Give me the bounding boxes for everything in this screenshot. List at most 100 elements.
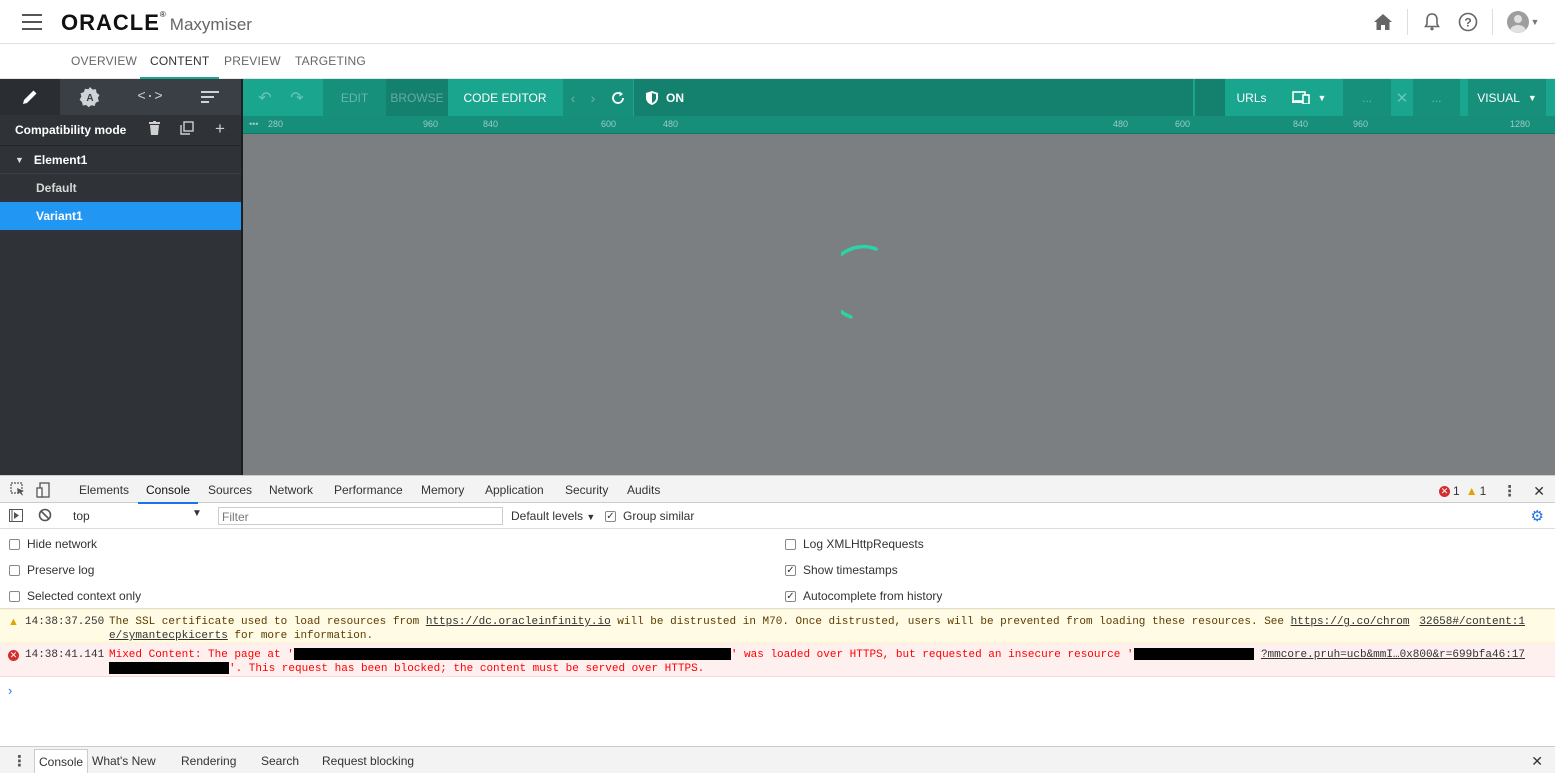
error-icon: ✕	[8, 650, 19, 661]
help-icon[interactable]: ?	[1456, 10, 1480, 34]
user-menu[interactable]: ▼	[1505, 10, 1541, 34]
checkbox-checked[interactable]: ✓	[785, 590, 796, 602]
console-prompt-icon[interactable]: ›	[8, 683, 12, 698]
more-vertical-icon[interactable]: ⋮	[12, 752, 27, 770]
group-similar-option[interactable]: ✓ Group similar	[605, 509, 694, 523]
device-toolbar-icon[interactable]	[36, 482, 52, 498]
registered-mark: ®	[159, 10, 166, 19]
warning-count[interactable]: 1	[1480, 484, 1487, 498]
autocomplete-option[interactable]: ✓ Autocomplete from history	[785, 589, 942, 603]
tab-performance[interactable]: Performance	[334, 483, 403, 497]
drawer-tab-whats-new[interactable]: What's New	[92, 754, 156, 768]
tab-console[interactable]: Console	[137, 483, 199, 504]
code-editor-button[interactable]: CODE EDITOR	[458, 79, 552, 116]
size-input-2[interactable]: ...	[1413, 79, 1460, 116]
code-icon[interactable]: <·>	[120, 79, 180, 115]
close-icon[interactable]: ✕	[1533, 483, 1545, 500]
source-link[interactable]: ?mmcore.pruh=ucb&mmI…0x800&r=699bfa46:17	[1261, 648, 1525, 662]
ruler-tick: 840	[1293, 119, 1309, 129]
ruler-tick: 960	[1353, 119, 1369, 129]
collapse-triangle-icon[interactable]: ▼	[15, 155, 24, 165]
tab-preview[interactable]: PREVIEW	[224, 54, 281, 68]
urls-button[interactable]: URLs	[1228, 79, 1275, 116]
source-link[interactable]: 32658#/content:1	[1419, 615, 1525, 629]
tab-sources[interactable]: Sources	[208, 483, 252, 497]
checkbox[interactable]	[9, 564, 20, 576]
drawer-tab-search[interactable]: Search	[261, 754, 299, 768]
tab-memory[interactable]: Memory	[421, 483, 464, 497]
tab-overview[interactable]: OVERVIEW	[71, 54, 137, 68]
clear-console-icon[interactable]	[38, 508, 52, 525]
warning-icon: ▲	[1465, 484, 1478, 498]
inspect-icon[interactable]	[10, 482, 26, 496]
drawer-tab-console[interactable]: Console	[34, 749, 89, 773]
hide-network-option[interactable]: Hide network	[9, 537, 97, 551]
message-link[interactable]: https://g.co/chrom	[1291, 616, 1410, 628]
log-levels-dropdown[interactable]: Default levels ▼	[511, 509, 595, 523]
checkbox[interactable]	[785, 538, 796, 550]
undo-icon[interactable]: ↶	[249, 79, 281, 116]
badge-a-icon[interactable]: A	[60, 79, 120, 115]
add-icon[interactable]: +	[209, 120, 231, 138]
chevron-down-icon[interactable]: ▼	[192, 508, 202, 519]
tab-elements[interactable]: Elements	[79, 483, 129, 497]
element-item[interactable]: ▼ Element1	[0, 146, 241, 174]
trash-icon[interactable]	[143, 121, 165, 138]
redo-icon[interactable]: ↷	[281, 79, 313, 116]
checkbox-checked[interactable]: ✓	[605, 510, 616, 522]
ruler-tick: •••	[249, 119, 259, 129]
device-picker[interactable]: ▼	[1283, 79, 1335, 116]
browse-button[interactable]: BROWSE	[386, 79, 448, 116]
tab-security[interactable]: Security	[565, 483, 608, 497]
avatar	[1506, 11, 1529, 33]
variant-variant1[interactable]: Variant1	[0, 202, 241, 230]
preserve-log-option[interactable]: Preserve log	[9, 563, 94, 577]
gear-icon[interactable]: ⚙	[1531, 507, 1544, 525]
show-timestamps-option[interactable]: ✓ Show timestamps	[785, 563, 898, 577]
checkbox[interactable]	[9, 590, 20, 602]
pencil-icon[interactable]	[0, 79, 60, 115]
variant-default[interactable]: Default	[0, 174, 241, 202]
refresh-icon[interactable]	[603, 79, 633, 116]
checkbox[interactable]	[9, 538, 20, 550]
drawer-tab-rendering[interactable]: Rendering	[181, 754, 236, 768]
tab-audits[interactable]: Audits	[627, 483, 660, 497]
context-select[interactable]: top	[73, 509, 90, 523]
close-icon[interactable]: ✕	[1531, 753, 1543, 770]
menu-icon[interactable]	[22, 14, 42, 30]
bell-icon[interactable]	[1420, 10, 1444, 34]
message-link[interactable]: https://dc.oracleinfinity.io	[426, 616, 611, 628]
selected-context-option[interactable]: Selected context only	[9, 589, 141, 603]
mode-toggle[interactable]: ON	[634, 79, 1193, 116]
variant-label: Variant1	[36, 209, 83, 223]
tab-application[interactable]: Application	[485, 483, 544, 497]
option-label: Show timestamps	[803, 563, 898, 577]
log-xhr-option[interactable]: Log XMLHttpRequests	[785, 537, 924, 551]
variant-label: Default	[36, 181, 77, 195]
error-count[interactable]: 1	[1453, 484, 1460, 498]
forward-icon[interactable]: ›	[583, 79, 603, 116]
toggle-label: ON	[666, 90, 684, 105]
close-icon[interactable]: ✕	[1391, 79, 1413, 116]
home-icon[interactable]	[1371, 10, 1395, 34]
size-input-1[interactable]: ...	[1343, 79, 1391, 116]
chevron-down-icon: ▼	[1530, 17, 1540, 27]
tab-network[interactable]: Network	[269, 483, 313, 497]
svg-text:A: A	[86, 93, 93, 104]
sort-icon[interactable]	[180, 79, 240, 115]
brand-name: ORACLE	[61, 10, 160, 35]
element-label: Element1	[33, 152, 88, 167]
filter-input[interactable]: Filter	[218, 507, 503, 525]
more-vertical-icon[interactable]: ⋮	[1502, 482, 1517, 500]
view-mode-dropdown[interactable]: VISUAL ▼	[1468, 79, 1546, 116]
checkbox-checked[interactable]: ✓	[785, 564, 796, 576]
duplicate-icon[interactable]	[176, 121, 198, 138]
sidebar-toggle-icon[interactable]	[9, 509, 23, 525]
back-icon[interactable]: ‹	[563, 79, 583, 116]
drawer-tab-request-blocking[interactable]: Request blocking	[322, 754, 414, 768]
edit-button[interactable]: EDIT	[323, 79, 386, 116]
tab-content[interactable]: CONTENT	[139, 54, 220, 79]
tab-targeting[interactable]: TARGETING	[295, 54, 366, 68]
group-similar-label: Group similar	[623, 509, 695, 523]
message-link[interactable]: e/symantecpkicerts	[109, 630, 228, 642]
